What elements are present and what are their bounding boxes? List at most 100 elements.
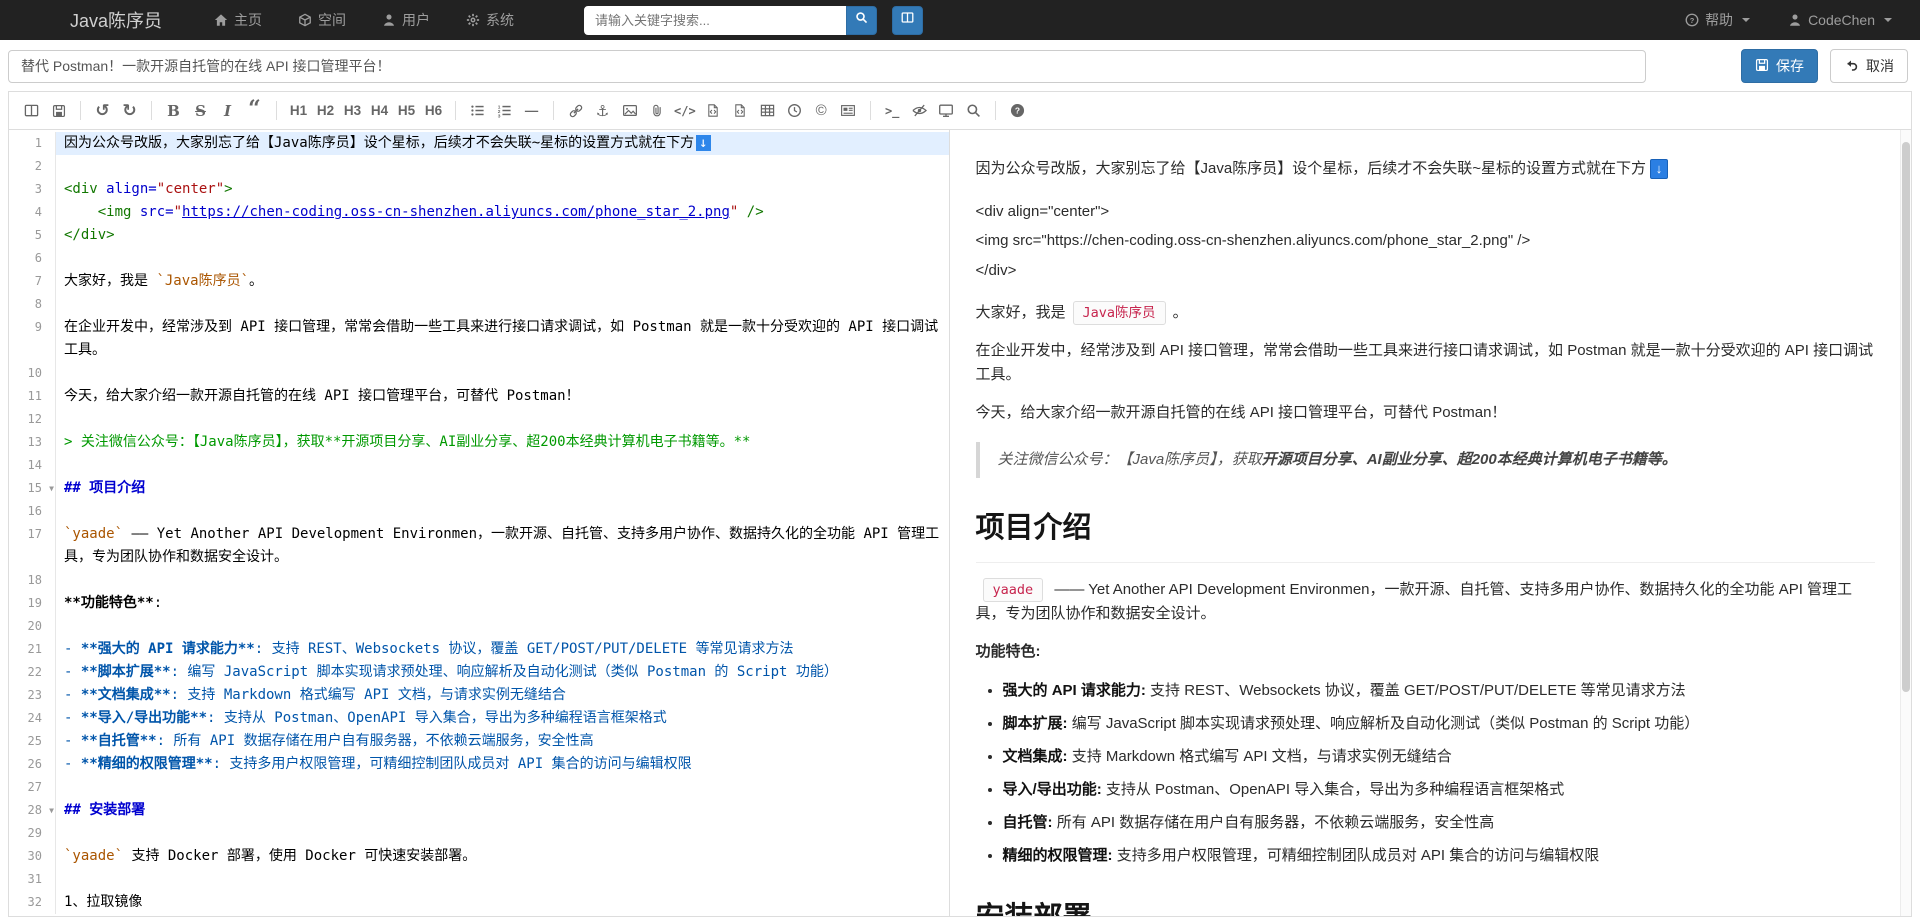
source-line: 29 — [9, 822, 949, 845]
markdown-editor: ↺ ↻ B S I “ H1 H2 H3 H4 H5 H6 1 2 3— ⚓ </> © >_? 1 因为公众号改版，… — [8, 91, 1912, 917]
source-pane[interactable]: 1 因为公众号改版，大家别忘了给【Java陈序员】设个星标，后续才不会失联~星标的… — [9, 130, 950, 916]
toolbar-divider — [151, 101, 152, 120]
preformatted-button[interactable] — [728, 98, 753, 124]
ordered-list-button[interactable]: 123 — [492, 98, 517, 124]
token-list: - — [64, 733, 81, 749]
redo-label: ↻ — [122, 100, 137, 120]
source-line: 7 大家好，我是 `Java陈序员`。 — [9, 270, 949, 293]
line-number: 6 — [9, 247, 56, 270]
search-button[interactable] — [961, 98, 986, 124]
save-button[interactable] — [46, 98, 71, 124]
h1-label: H1 — [289, 103, 308, 118]
preview-pane[interactable]: 因为公众号改版，大家别忘了给【Java陈序员】设个星标，后续才不会失联~星标的设… — [950, 130, 1911, 916]
nav-item-space[interactable]: 空间 — [298, 10, 346, 30]
layout-toggle-button[interactable] — [892, 5, 924, 35]
h6-button[interactable]: H6 — [421, 98, 446, 124]
fullscreen-preview-button[interactable] — [934, 98, 959, 124]
split-view-icon — [24, 103, 39, 118]
unwatch-button[interactable] — [907, 98, 932, 124]
article-title-input[interactable] — [8, 49, 1646, 83]
goto-line-button[interactable]: >_ — [880, 98, 905, 124]
token-list: : 编写 JavaScript 脚本实现请求预处理、响应解析及自动化测试（类似 … — [170, 664, 838, 680]
fold-arrow-icon[interactable]: ▼ — [49, 799, 54, 822]
h2-button[interactable]: H2 — [313, 98, 338, 124]
inline-code-badge: yaade — [982, 578, 1044, 603]
unordered-list-button[interactable] — [465, 98, 490, 124]
h2-label: H2 — [316, 103, 335, 118]
preview-paragraph: 大家好，我是 Java陈序员。 — [976, 300, 1875, 325]
source-line: 15 ▼ ## 项目介绍 — [9, 477, 949, 500]
italic-button[interactable]: I — [215, 98, 240, 124]
anchor-button[interactable]: ⚓ — [590, 98, 615, 124]
h5-button[interactable]: H5 — [394, 98, 419, 124]
cancel-button[interactable]: 取消 — [1830, 49, 1908, 83]
undo-button[interactable]: ↺ — [90, 98, 115, 124]
horizontal-rule-button[interactable]: — — [519, 98, 544, 124]
code-block-button[interactable] — [701, 98, 726, 124]
attachment-button[interactable] — [644, 98, 669, 124]
help-menu[interactable]: ? 帮助 — [1685, 10, 1751, 30]
search-button[interactable] — [846, 5, 878, 35]
cube-icon — [298, 13, 312, 27]
html-entities-icon — [840, 103, 856, 118]
raw-html-line: <img src="https://chen-coding.oss-cn-she… — [975, 232, 1531, 250]
link-button[interactable] — [563, 98, 588, 124]
h3-label: H3 — [343, 103, 362, 118]
fold-arrow-icon[interactable]: ▼ — [49, 477, 54, 500]
nav-item-users[interactable]: 用户 — [382, 10, 430, 30]
token-code: `yaade` — [64, 848, 124, 864]
copyright-button[interactable]: © — [809, 98, 834, 124]
source-line-text — [56, 293, 949, 316]
line-number: 26 — [9, 753, 56, 776]
search-icon — [855, 11, 868, 29]
split-view-button[interactable] — [19, 98, 44, 124]
user-menu[interactable]: CodeChen — [1788, 12, 1892, 28]
bold-button[interactable]: B — [161, 98, 186, 124]
h3-button[interactable]: H3 — [340, 98, 365, 124]
list-item: 导入/导出功能: 支持从 Postman、OpenAPI 导入集合，导出为多种编… — [1003, 778, 1875, 802]
source-line-text: 在企业开发中，经常涉及到 API 接口管理，常常会借助一些工具来进行接口请求调试… — [56, 316, 949, 362]
line-number: 23 — [9, 684, 56, 707]
redo-button[interactable]: ↻ — [117, 98, 142, 124]
datetime-button[interactable] — [782, 98, 807, 124]
line-number: 13 — [9, 431, 56, 454]
brand-logo[interactable]: Java陈序员 — [70, 7, 162, 33]
list-item: 精细的权限管理: 支持多用户权限管理，可精细控制团队成员对 API 集合的访问与… — [1003, 844, 1875, 868]
strikethrough-button[interactable]: S — [188, 98, 213, 124]
nav-item-home[interactable]: 主页 — [214, 10, 262, 30]
table-button[interactable] — [755, 98, 780, 124]
source-line: 11 今天，给大家介绍一款开源自托管的在线 API 接口管理平台，可替代 Post… — [9, 385, 949, 408]
top-navbar: Java陈序员 主页 空间 用户 系统 ? 帮助 — [0, 0, 1920, 40]
attachment-icon — [650, 103, 664, 118]
search-input[interactable] — [584, 5, 847, 35]
source-line-text — [56, 569, 949, 592]
svg-text:?: ? — [1015, 106, 1020, 116]
source-line-text: - **精细的权限管理**: 支持多用户权限管理，可精细控制团队成员对 API … — [56, 753, 949, 776]
down-emoji: ↓ — [1649, 159, 1668, 179]
image-button[interactable] — [617, 98, 642, 124]
save-button[interactable]: 保存 — [1741, 49, 1818, 83]
token-txt: 支持 Docker 部署，使用 Docker 可快速安装部署。 — [123, 848, 477, 864]
source-line: 10 — [9, 362, 949, 385]
line-number: 9 — [9, 316, 56, 362]
down-emoji: ↓ — [696, 135, 711, 151]
line-number: 10 — [9, 362, 56, 385]
html-entities-button[interactable] — [836, 98, 861, 124]
token-strong: **功能特色** — [64, 595, 154, 611]
h1-button[interactable]: H1 — [286, 98, 311, 124]
nav-item-system[interactable]: 系统 — [466, 10, 514, 30]
token-txt: 1、拉取镜像 — [64, 894, 143, 910]
help-button[interactable]: ? — [1005, 98, 1030, 124]
source-line-text: 大家好，我是 `Java陈序员`。 — [56, 270, 949, 293]
source-line-text: - **文档集成**: 支持 Markdown 格式编写 API 文档，与请求实… — [56, 684, 949, 707]
preview-scrollbar-thumb[interactable] — [1901, 142, 1910, 693]
h4-button[interactable]: H4 — [367, 98, 392, 124]
image-url-link[interactable]: https://chen-coding.oss-cn-shenzhen.aliy… — [182, 204, 730, 220]
source-line-text: <div align="center"> — [56, 178, 949, 201]
source-line: 6 — [9, 247, 949, 270]
preview-scrollbar-track[interactable] — [1900, 130, 1911, 916]
source-line: 12 — [9, 408, 949, 431]
home-icon — [214, 13, 228, 27]
quote-button[interactable]: “ — [242, 98, 267, 124]
inline-code-button[interactable]: </> — [671, 98, 699, 124]
